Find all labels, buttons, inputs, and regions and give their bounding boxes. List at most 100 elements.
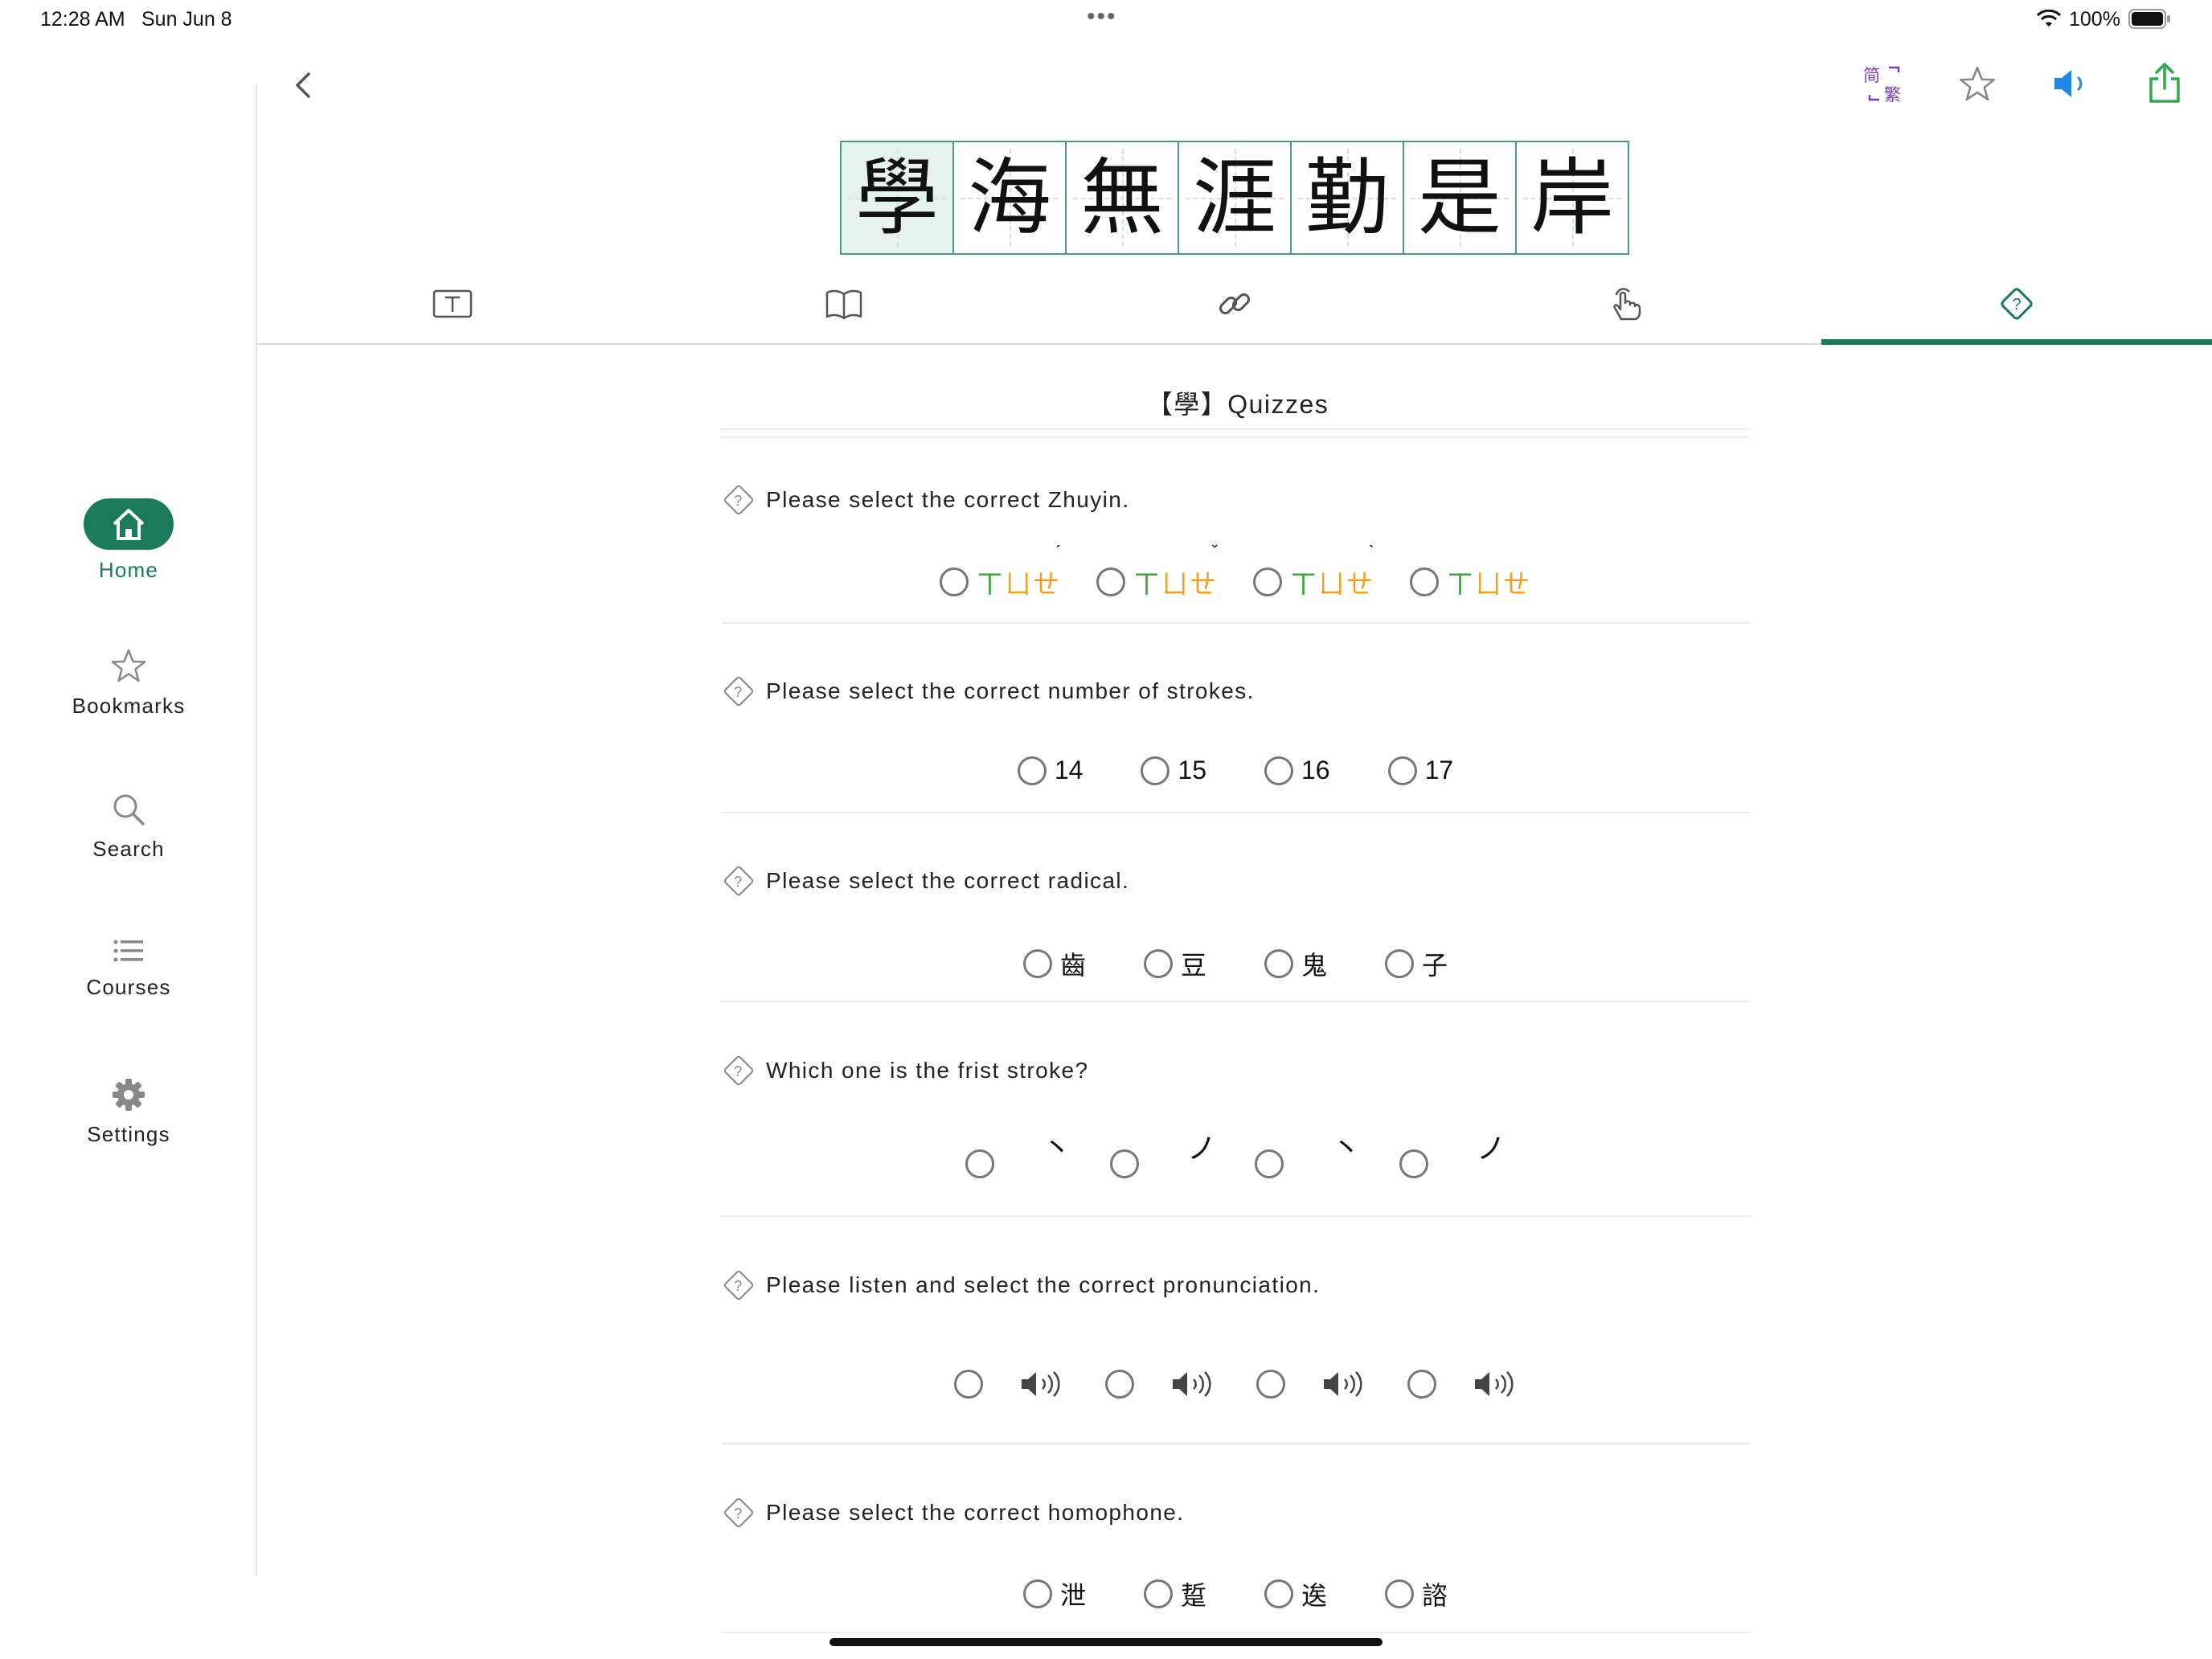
- radio-button[interactable]: [1022, 1579, 1052, 1608]
- answer-options: 丶 ノ 丶 ノ: [721, 1133, 1750, 1185]
- radio-button[interactable]: [1410, 567, 1439, 596]
- tab-stroke-practice[interactable]: [1601, 280, 1649, 328]
- radio-button[interactable]: [954, 1370, 983, 1399]
- answer-option[interactable]: ノ: [1399, 1133, 1505, 1185]
- answer-option[interactable]: ㄒㄩㄝ ˋ: [1253, 542, 1374, 601]
- answer-option[interactable]: [954, 1368, 1063, 1400]
- radio-button[interactable]: [1387, 756, 1417, 785]
- answer-option[interactable]: ノ: [1109, 1133, 1216, 1185]
- tab-examples[interactable]: [820, 280, 868, 328]
- radio-button[interactable]: [1255, 1149, 1284, 1178]
- answer-option[interactable]: 丶: [1255, 1133, 1361, 1185]
- answer-options: 14 15 16 17: [721, 756, 1750, 785]
- answer-option[interactable]: ㄒㄩㄝ: [1410, 563, 1531, 601]
- answer-option[interactable]: 齒: [1022, 945, 1086, 982]
- zhuyin-option: ㄒㄩㄝ ˇ: [1133, 542, 1219, 599]
- answer-option[interactable]: 踅: [1143, 1575, 1206, 1612]
- character-cell[interactable]: 無: [1067, 142, 1179, 253]
- svg-text:?: ?: [734, 874, 743, 890]
- radio-button[interactable]: [1109, 1149, 1139, 1178]
- home-indicator[interactable]: [830, 1638, 1382, 1646]
- question-header: ? Please select the correct homophone.: [721, 1495, 1750, 1530]
- link-icon: [1219, 293, 1251, 315]
- character-cell[interactable]: 學: [842, 142, 954, 253]
- sidebar-item-settings[interactable]: Settings: [0, 1075, 257, 1147]
- radio-button[interactable]: [1022, 949, 1052, 978]
- sidebar-item-label: Bookmarks: [72, 694, 186, 718]
- character-cell[interactable]: 是: [1404, 142, 1517, 253]
- tab-quizzes[interactable]: ?: [1993, 280, 2041, 328]
- radio-button[interactable]: [1399, 1149, 1429, 1178]
- sidebar-item-home[interactable]: Home: [0, 498, 257, 583]
- radio-button[interactable]: [1256, 1370, 1285, 1399]
- answer-option[interactable]: 17: [1387, 756, 1453, 785]
- zhuyin-option: ㄒㄩㄝ: [1447, 569, 1531, 599]
- answer-option[interactable]: 逘: [1264, 1575, 1327, 1612]
- answer-option[interactable]: 鬼: [1264, 945, 1327, 982]
- answer-option[interactable]: [1105, 1368, 1215, 1400]
- character-cell[interactable]: 海: [954, 142, 1067, 253]
- radio-button[interactable]: [965, 1149, 994, 1178]
- tab-related-words[interactable]: [1210, 280, 1259, 328]
- radio-button[interactable]: [1264, 949, 1293, 978]
- speaker-icon[interactable]: [2051, 66, 2090, 101]
- text-box-icon: [432, 289, 473, 318]
- stroke-glyph: 丶: [1042, 1133, 1071, 1165]
- character-cell[interactable]: 勤: [1292, 142, 1404, 253]
- gear-icon: [113, 1079, 145, 1111]
- divider: [721, 1001, 1750, 1002]
- speaker-icon[interactable]: [1169, 1368, 1215, 1400]
- speaker-icon[interactable]: [1472, 1368, 1517, 1400]
- radio-button[interactable]: [1143, 949, 1173, 978]
- bookmark-star-icon[interactable]: [1957, 64, 1997, 104]
- radio-button[interactable]: [1141, 756, 1170, 785]
- stroke-glyph: ノ: [1186, 1133, 1216, 1165]
- answer-option[interactable]: 諮: [1385, 1575, 1448, 1612]
- character-cell[interactable]: 涯: [1179, 142, 1292, 253]
- answer-option[interactable]: ㄒㄩㄝ ˊ: [940, 542, 1061, 601]
- radio-button[interactable]: [1385, 1579, 1415, 1608]
- radio-button[interactable]: [1143, 1579, 1173, 1608]
- answer-option[interactable]: 14: [1017, 756, 1083, 785]
- sidebar-item-label: Settings: [87, 1122, 170, 1146]
- speaker-icon[interactable]: [1321, 1368, 1366, 1400]
- tab-definition[interactable]: [428, 280, 477, 328]
- sidebar-item-courses[interactable]: Courses: [0, 935, 257, 1000]
- question-prompt: Please select the correct radical.: [766, 868, 1130, 893]
- radio-button[interactable]: [1017, 756, 1047, 785]
- answer-option[interactable]: [1256, 1368, 1366, 1400]
- question-prompt: Please select the correct homophone.: [766, 1500, 1185, 1525]
- radio-button[interactable]: [1105, 1370, 1134, 1399]
- share-icon[interactable]: [2146, 61, 2183, 104]
- sidebar-item-search[interactable]: Search: [0, 790, 257, 862]
- question-zhuyin: ? Please select the correct Zhuyin. ㄒㄩㄝ ˊ…: [721, 482, 1750, 599]
- back-chevron-icon[interactable]: [291, 69, 315, 101]
- answer-option[interactable]: 泄: [1022, 1575, 1086, 1612]
- radio-button[interactable]: [1096, 567, 1125, 596]
- radio-button[interactable]: [1264, 1579, 1293, 1608]
- answer-option[interactable]: 豆: [1143, 945, 1206, 982]
- question-radical: ? Please select the correct radical. 齒 豆…: [721, 863, 1750, 981]
- answer-option[interactable]: 子: [1385, 945, 1448, 982]
- answer-options: [721, 1368, 1750, 1400]
- answer-option[interactable]: 16: [1264, 756, 1330, 785]
- radio-button[interactable]: [1385, 949, 1415, 978]
- answer-options: 齒 豆 鬼 子: [721, 945, 1750, 982]
- radio-button[interactable]: [1407, 1370, 1436, 1399]
- simplified-traditional-toggle[interactable]: 简 繁: [1863, 63, 1905, 104]
- answer-option[interactable]: ㄒㄩㄝ ˇ: [1096, 542, 1219, 601]
- radio-button[interactable]: [1264, 756, 1293, 785]
- stroke-glyph: ノ: [1477, 1133, 1506, 1165]
- answer-option[interactable]: 15: [1141, 756, 1206, 785]
- divider: [721, 1215, 1750, 1217]
- character-cell[interactable]: 岸: [1517, 142, 1628, 253]
- multitasking-dots-icon[interactable]: •••: [1087, 3, 1117, 31]
- section-title: 【學】Quizzes: [1146, 390, 1329, 419]
- answer-option[interactable]: 丶: [965, 1133, 1071, 1185]
- radio-button[interactable]: [1253, 567, 1282, 596]
- radio-button[interactable]: [940, 567, 969, 596]
- speaker-icon[interactable]: [1018, 1368, 1063, 1400]
- question-header: ? Please select the correct number of st…: [721, 674, 1750, 709]
- answer-option[interactable]: [1407, 1368, 1517, 1400]
- sidebar-item-bookmarks[interactable]: Bookmarks: [0, 647, 257, 719]
